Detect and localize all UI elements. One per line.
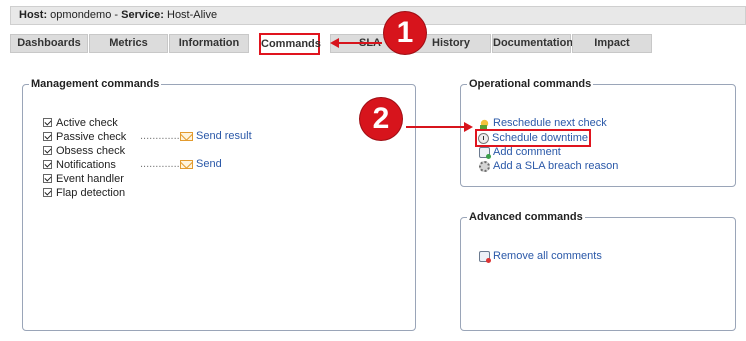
active-check-checkbox[interactable] [43,118,52,127]
passive-check-label: Passive check [56,130,127,143]
host-value: opmondemo [50,9,112,21]
add-sla-breach-item[interactable]: Add a SLA breach reason [479,159,618,173]
add-comment-item[interactable]: Add comment [479,145,561,159]
obsess-check-checkbox[interactable] [43,146,52,155]
flap-detection-checkbox[interactable] [43,188,52,197]
obsess-check-row: Obsess check [43,144,125,157]
notifications-checkbox[interactable] [43,160,52,169]
notifications-label: Notifications [56,158,116,171]
schedule-downtime-link[interactable]: Schedule downtime [492,132,588,144]
advanced-commands-panel: Advanced commands Remove all comments [460,211,736,331]
envelope-icon [180,131,193,141]
tab-impact[interactable]: Impact [572,34,652,53]
arrowhead-right-icon [464,122,473,132]
obsess-check-label: Obsess check [56,144,126,157]
gear-icon [479,160,490,172]
management-commands-panel: Management commands Active check Passive… [22,78,416,331]
title-separator: - [114,9,119,21]
passive-check-checkbox[interactable] [43,132,52,141]
passive-check-row: Passive check ............... Send resul… [43,130,343,143]
flap-detection-row: Flap detection [43,186,125,199]
reschedule-next-check-item[interactable]: Reschedule next check [479,116,607,130]
send-notification-link[interactable]: Send [196,158,222,170]
add-comment-link[interactable]: Add comment [493,146,561,158]
tab-dashboards[interactable]: Dashboards [10,34,88,53]
annotation-badge-1: 1 [384,12,426,54]
service-value: Host-Alive [167,9,218,21]
schedule-downtime-item[interactable]: Schedule downtime [474,129,592,147]
remove-all-comments-link[interactable]: Remove all comments [493,250,602,262]
advanced-commands-title: Advanced commands [469,211,583,223]
remove-all-comments-item[interactable]: Remove all comments [479,249,602,263]
host-label: Host: [19,9,48,21]
comment-icon [479,146,491,159]
arrowhead-left-icon [330,38,339,48]
notifications-dots: ............... [140,158,186,170]
annotation-arrow-1 [336,42,382,44]
operational-commands-panel: Operational commands Reschedule next che… [460,78,736,187]
event-handler-label: Event handler [56,172,124,185]
event-handler-checkbox[interactable] [43,174,52,183]
reschedule-icon [479,117,490,129]
service-label: Service: [121,9,164,21]
remove-comment-icon [479,250,491,263]
notifications-row: Notifications ............... Send [43,158,343,171]
flap-detection-label: Flap detection [56,186,126,199]
operational-commands-title: Operational commands [469,78,592,90]
tab-commands[interactable]: Commands [259,33,321,55]
annotation-arrow-2 [406,126,466,128]
reschedule-next-check-link[interactable]: Reschedule next check [493,117,607,129]
active-check-row: Active check [43,116,118,129]
send-result-link[interactable]: Send result [196,130,252,142]
tab-metrics[interactable]: Metrics [89,34,168,53]
envelope-icon [180,159,193,169]
title-bar: Host: opmondemo - Service: Host-Alive [10,6,746,25]
send-result-action[interactable]: Send result [180,130,252,142]
tab-documentation[interactable]: Documentation [492,34,573,53]
tab-information[interactable]: Information [169,34,249,53]
passive-check-dots: ............... [140,130,186,142]
active-check-label: Active check [56,116,118,129]
event-handler-row: Event handler [43,172,124,185]
send-notification-action[interactable]: Send [180,158,222,170]
add-sla-breach-link[interactable]: Add a SLA breach reason [493,160,618,172]
management-commands-title: Management commands [31,78,160,90]
clock-icon [478,132,489,144]
annotation-badge-2: 2 [360,98,402,140]
